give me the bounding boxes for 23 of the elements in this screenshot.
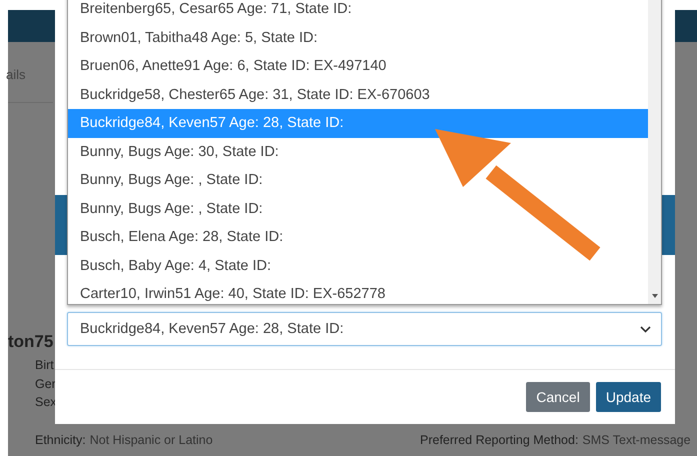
dropdown-option[interactable]: Busch, Elena Age: 28, State ID:	[68, 223, 648, 252]
chevron-down-icon	[640, 326, 651, 332]
field-label: Birt	[35, 358, 54, 372]
update-button[interactable]: Update	[596, 382, 661, 412]
dropdown-option[interactable]: Breitenberg65, Cesar65 Age: 71, State ID:	[68, 0, 648, 24]
dropdown-option[interactable]: Bunny, Bugs Age: , State ID:	[68, 166, 648, 194]
profile-heading: ton75	[8, 332, 54, 352]
field-value: Not Hispanic or Latino	[90, 432, 213, 446]
field-label: Ger	[35, 376, 56, 390]
dropdown-option[interactable]: Carter10, Irwin51 Age: 40, State ID: EX-652778	[68, 280, 648, 308]
select-field[interactable]: Buckridge84, Keven57 Age: 28, State ID:	[67, 312, 662, 346]
field-label: Preferred Reporting Method:	[420, 432, 578, 446]
cancel-button[interactable]: Cancel	[526, 382, 590, 412]
dropdown-option[interactable]: Brown01, Tabitha48 Age: 5, State ID:	[68, 24, 648, 52]
dropdown-option[interactable]: Buckridge58, Chester65 Age: 31, State ID: EX-670603	[68, 80, 648, 109]
field-value: SMS Text-message	[582, 432, 691, 446]
scroll-down-icon[interactable]	[652, 294, 658, 298]
dropdown-option[interactable]: Busch, Baby Age: 4, State ID:	[68, 252, 648, 280]
dropdown-option[interactable]: Bunny, Bugs Age: 30, State ID:	[68, 138, 648, 166]
dropdown-option[interactable]: Bunny, Bugs Age: , State ID:	[68, 194, 648, 223]
field-label: Ethnicity:	[35, 432, 86, 446]
dropdown-option[interactable]: Bruen06, Anette91 Age: 6, State ID: EX-497140	[68, 52, 648, 80]
field-label: Sex	[35, 395, 57, 409]
